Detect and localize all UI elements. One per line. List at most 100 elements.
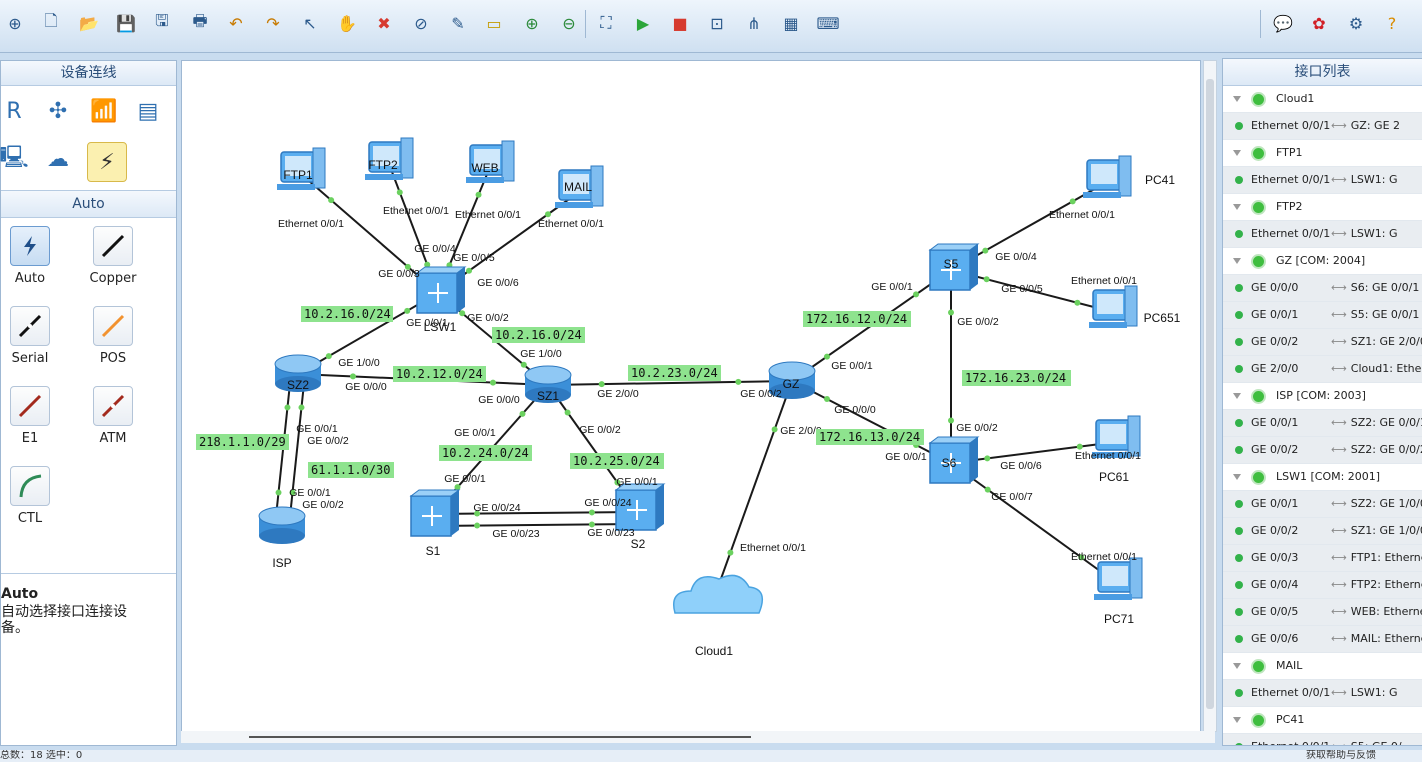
expand-arrow-icon[interactable]	[1233, 717, 1241, 723]
interface-port-row[interactable]: GE 0/0/1 ⟷ S5: GE 0/0/1	[1223, 302, 1422, 329]
node-sz1[interactable]: SZ1	[524, 365, 572, 403]
print-icon[interactable]: 🖶	[189, 11, 211, 34]
cable-ctl[interactable]: CTL	[0, 466, 65, 540]
interface-port-row[interactable]: GE 0/0/2 ⟷ SZ2: GE 0/0/2	[1223, 437, 1422, 464]
node-s5[interactable]: S5	[928, 243, 980, 291]
zoom-out-icon[interactable]: ⊖	[558, 12, 580, 34]
node-pc41[interactable]: PC41	[1083, 155, 1175, 198]
cloud-icon[interactable]: ☁	[41, 142, 75, 176]
wireless-icon[interactable]: 📶	[87, 94, 121, 128]
interface-port-row[interactable]: GE 0/0/5 ⟷WEB: Ethernet	[1223, 599, 1422, 626]
cable-e1[interactable]: E1	[0, 386, 65, 460]
interface-port-row[interactable]: Ethernet 0/0/1⟷ LSW1: G	[1223, 680, 1422, 707]
delete-icon[interactable]: ✖	[373, 12, 395, 34]
console-icon[interactable]: ⌨	[816, 12, 839, 34]
expand-arrow-icon[interactable]	[1233, 204, 1241, 210]
status-right[interactable]: 获取帮助与反馈	[1306, 750, 1376, 762]
topology-icon[interactable]: ⋔	[743, 12, 765, 34]
node-mail[interactable]: MAIL	[555, 165, 604, 208]
node-isp[interactable]: ISP	[258, 506, 306, 570]
vertical-scroll-thumb[interactable]	[1206, 79, 1214, 709]
save-as-icon[interactable]: 🖫	[151, 11, 173, 34]
node-pc71[interactable]: PC71	[1094, 557, 1143, 626]
cable-atm[interactable]: ATM	[78, 386, 148, 460]
interface-device-row[interactable]: LSW1 [COM: 2001]	[1223, 464, 1422, 491]
interface-device-row[interactable]: Cloud1	[1223, 86, 1422, 113]
expand-arrow-icon[interactable]	[1233, 663, 1241, 669]
fit-icon[interactable]: ⛶	[595, 12, 617, 34]
interface-port-row[interactable]: Ethernet 0/0/1⟷ GZ: GE 2	[1223, 113, 1422, 140]
interface-device-row[interactable]: MAIL	[1223, 653, 1422, 680]
stop-icon[interactable]: ■	[669, 12, 691, 34]
rectangle-icon[interactable]: ▭	[483, 12, 505, 34]
canvas-vertical-scrollbar[interactable]	[1203, 60, 1217, 732]
node-s1[interactable]: S1	[409, 489, 461, 558]
horizontal-scroll-thumb[interactable]	[249, 736, 751, 738]
interface-port-row[interactable]: GE 0/0/1 ⟷ SZ2: GE 1/0/0	[1223, 491, 1422, 518]
link-GZ-S6[interactable]	[791, 380, 952, 464]
interface-port-row[interactable]: Ethernet 0/0/1⟷ S5: GE 0/	[1223, 734, 1422, 745]
expand-arrow-icon[interactable]	[1233, 258, 1241, 264]
cable-icon[interactable]: ⚡	[87, 142, 127, 182]
topology-canvas[interactable]: FTP1 FTP2 WEB MAIL LSW1 SZ2 SZ1 ISP S1 S2 GZ Cloud1…	[181, 60, 1201, 732]
node-s2[interactable]: S2	[614, 483, 666, 551]
node-sz2[interactable]: SZ2	[274, 354, 322, 392]
node-cloud1[interactable]: Cloud1	[673, 574, 764, 658]
interface-device-row[interactable]: GZ [COM: 2004]	[1223, 248, 1422, 275]
canvas-horizontal-scrollbar[interactable]	[181, 731, 1215, 743]
link-S6-PC71[interactable]	[950, 462, 1119, 585]
open-icon[interactable]: 📂	[78, 12, 100, 34]
expand-arrow-icon[interactable]	[1233, 474, 1241, 480]
link-SZ1-GZ[interactable]	[547, 380, 793, 386]
expand-arrow-icon[interactable]	[1233, 393, 1241, 399]
new-topology-icon[interactable]: ⊕	[4, 12, 26, 34]
text-icon[interactable]: ✎	[447, 12, 469, 34]
router-icon[interactable]: R	[0, 94, 31, 128]
start-icon[interactable]: ▶	[632, 12, 654, 34]
interface-device-row[interactable]: FTP1	[1223, 140, 1422, 167]
new-file-icon[interactable]: 🗋	[40, 11, 62, 34]
chat-icon[interactable]: 💬	[1272, 12, 1294, 34]
interface-port-row[interactable]: GE 0/0/2 ⟷ SZ1: GE 2/0/0	[1223, 329, 1422, 356]
expand-arrow-icon[interactable]	[1233, 96, 1241, 102]
interface-port-row[interactable]: GE 0/0/1 ⟷ SZ2: GE 0/0/1	[1223, 410, 1422, 437]
interface-port-row[interactable]: Ethernet 0/0/1⟷ LSW1: G	[1223, 167, 1422, 194]
interface-port-row[interactable]: GE 0/0/6 ⟷ MAIL: Etherne	[1223, 626, 1422, 653]
interface-port-row[interactable]: GE 0/0/4 ⟷FTP2: Ethernet	[1223, 572, 1422, 599]
link-S1-S2[interactable]	[431, 511, 638, 515]
settings-icon[interactable]: ⚙	[1345, 12, 1367, 34]
node-ftp1[interactable]: FTP1	[277, 147, 326, 190]
grid-icon[interactable]: ▦	[780, 12, 802, 34]
huawei-icon[interactable]: ✿	[1308, 12, 1330, 34]
link-S1-S2[interactable]	[431, 523, 638, 527]
redo-icon[interactable]: ↷	[262, 12, 284, 34]
interface-port-row[interactable]: GE 0/0/0 ⟷ S6: GE 0/0/1	[1223, 275, 1422, 302]
help-icon[interactable]: ?	[1381, 12, 1403, 34]
firewall-icon[interactable]: ▤	[131, 94, 165, 128]
pc-icon[interactable]: 🖳	[0, 142, 31, 176]
cable-pos[interactable]: POS	[78, 306, 148, 380]
delete-link-icon[interactable]: ⊘	[410, 12, 432, 34]
capture-icon[interactable]: ⊡	[706, 12, 728, 34]
link-GZ-Cloud1[interactable]	[712, 380, 793, 602]
node-s6[interactable]: S6	[928, 436, 980, 484]
cable-serial[interactable]: Serial	[0, 306, 65, 380]
interface-device-row[interactable]: ISP [COM: 2003]	[1223, 383, 1422, 410]
interface-device-row[interactable]: FTP2	[1223, 194, 1422, 221]
node-ftp2[interactable]: FTP2	[365, 137, 414, 180]
save-icon[interactable]: 💾	[115, 12, 137, 34]
interface-port-row[interactable]: GE 0/0/3 ⟷FTP1: Ethernet	[1223, 545, 1422, 572]
interface-port-row[interactable]: GE 0/0/2 ⟷ SZ1: GE 1/0/0	[1223, 518, 1422, 545]
hand-icon[interactable]: ✋	[336, 12, 358, 34]
cable-copper[interactable]: Copper	[78, 226, 148, 300]
node-pc651[interactable]: PC651	[1089, 285, 1181, 328]
expand-arrow-icon[interactable]	[1233, 150, 1241, 156]
switch-icon[interactable]: ✣	[41, 94, 75, 128]
interface-port-row[interactable]: GE 2/0/0 ⟷Cloud1: Ethern	[1223, 356, 1422, 383]
select-icon[interactable]: ↖	[299, 12, 321, 34]
node-web[interactable]: WEB	[466, 140, 515, 183]
zoom-in-icon[interactable]: ⊕	[521, 12, 543, 34]
undo-icon[interactable]: ↶	[225, 12, 247, 34]
cable-auto[interactable]: Auto	[0, 226, 65, 300]
interface-port-row[interactable]: Ethernet 0/0/1⟷ LSW1: G	[1223, 221, 1422, 248]
